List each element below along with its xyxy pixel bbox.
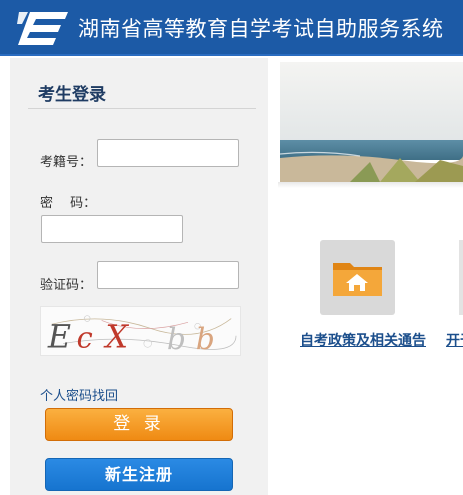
policy-notice-link[interactable]: 自考政策及相关通告 xyxy=(300,327,428,356)
home-folder-icon[interactable] xyxy=(320,240,395,315)
svg-text:c: c xyxy=(77,320,93,354)
captcha-image[interactable]: E c X b b xyxy=(40,306,241,356)
login-panel: 考生登录 考籍号： 密 码： 验证码： E c X b b 个人密码找回 登 录… xyxy=(10,58,268,495)
exam-id-label: 考籍号： xyxy=(40,155,93,170)
exam-logo-icon xyxy=(17,12,68,45)
svg-text:b: b xyxy=(196,322,215,356)
password-label: 密 码： xyxy=(40,196,97,211)
captcha-input[interactable] xyxy=(97,261,239,289)
header-bar: 湖南省高等教育自学考试自助服务系统 xyxy=(0,0,463,56)
partial-tile-link[interactable]: 开于 xyxy=(446,327,463,356)
beach-banner-image xyxy=(280,62,463,182)
password-input[interactable] xyxy=(41,215,183,243)
register-button[interactable]: 新生注册 xyxy=(45,458,233,491)
site-title: 湖南省高等教育自学考试自助服务系统 xyxy=(78,17,444,41)
title-divider xyxy=(28,108,256,109)
svg-text:E: E xyxy=(47,319,71,355)
page: 湖南省高等教育自学考试自助服务系统 考生登录 考籍号： 密 码： 验证码： E … xyxy=(0,0,463,495)
login-button[interactable]: 登 录 xyxy=(45,408,233,441)
partial-tile-icon[interactable] xyxy=(459,240,463,315)
captcha-label: 验证码： xyxy=(40,278,93,293)
login-title: 考生登录 xyxy=(38,85,106,105)
forgot-password-link[interactable]: 个人密码找回 xyxy=(40,385,118,404)
svg-text:b: b xyxy=(167,322,186,356)
exam-id-input[interactable] xyxy=(97,139,239,167)
svg-text:X: X xyxy=(102,319,129,355)
banner-shadow xyxy=(278,182,463,188)
